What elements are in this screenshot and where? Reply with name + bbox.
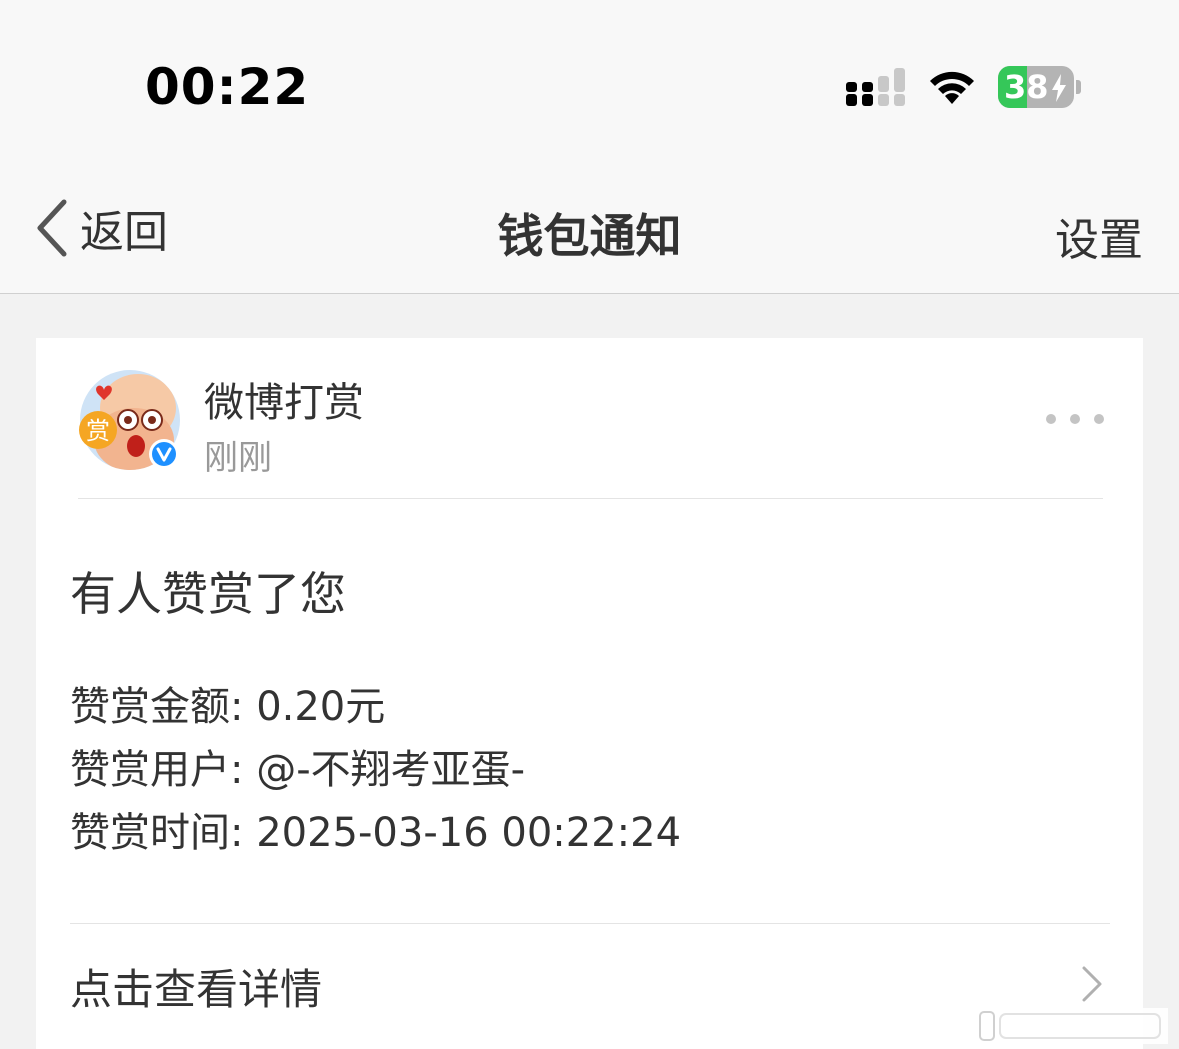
page-indicator-icon [979,1011,1161,1041]
avatar[interactable]: 赏 [78,368,182,472]
cellular-signal-icon [846,68,905,106]
sender-time: 刚刚 [204,438,272,478]
message-title: 有人赞赏了您 [70,567,346,621]
detail-list: 赞赏金额: 0.20元 赞赏用户: @-不翔考亚蛋- 赞赏时间: 2025-03… [70,676,681,865]
divider [78,498,1103,499]
detail-amount: 赞赏金额: 0.20元 [70,684,386,730]
settings-button[interactable]: 设置 [1055,204,1143,268]
wifi-icon [930,71,974,104]
more-dot-icon [1070,414,1080,424]
status-bar: 00:22 38 [0,0,1179,160]
page-title: 钱包通知 [497,209,682,263]
page-indicator [978,1008,1168,1044]
more-dot-icon [1094,414,1104,424]
view-details-link[interactable]: 点击查看详情 [70,924,1110,1049]
battery-cap [1076,80,1081,94]
more-options-button[interactable] [1046,412,1106,426]
sender-name[interactable]: 微博打赏 [204,370,364,428]
detail-time: 赞赏时间: 2025-03-16 00:22:24 [70,810,682,856]
notification-card: 赏 微博打赏 刚刚 有人赞赏了您 赞赏金额: 0.20元 赞赏用户: @-不翔考… [36,338,1143,1049]
chevron-right-icon [1082,966,1102,1002]
battery-indicator: 38 [998,66,1074,108]
view-details-label: 点击查看详情 [70,965,323,1014]
status-time: 00:22 [145,58,310,116]
nav-bar: 返回 钱包通知 设置 [0,160,1179,294]
avatar-badge-text: 赏 [86,417,110,445]
battery-level: 38 [1004,68,1049,106]
charging-bolt-icon [1052,74,1066,102]
detail-user: 赞赏用户: @-不翔考亚蛋- [70,747,526,793]
more-dot-icon [1046,414,1056,424]
